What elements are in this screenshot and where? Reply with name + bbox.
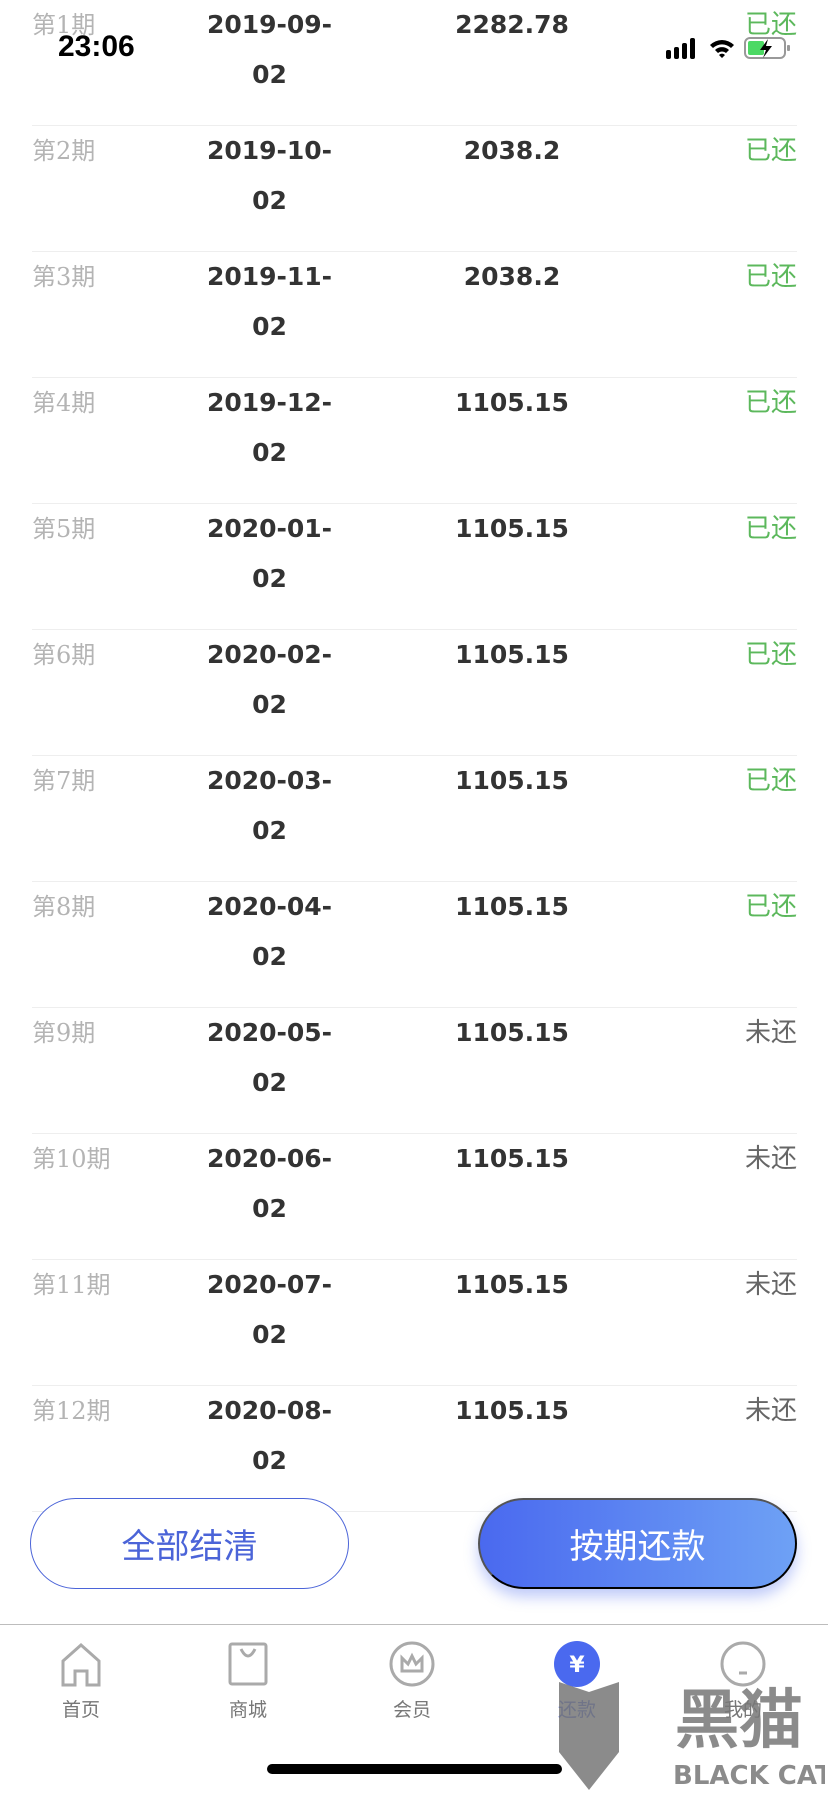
installment-row: 第7期 2020-03-02 1105.15 已还 [32, 756, 797, 882]
period-label: 第3期 [32, 263, 96, 291]
due-date: 2019-11-02 [206, 262, 333, 341]
shopping-bag-icon [228, 1642, 268, 1686]
pay-installment-button[interactable]: 按期还款 [478, 1498, 797, 1589]
home-icon [61, 1642, 101, 1687]
wifi-icon [710, 40, 734, 58]
installment-row: 第9期 2020-05-02 1105.15 未还 [32, 1008, 797, 1134]
amount: 1105.15 [455, 514, 569, 543]
due-date: 2020-05-02 [206, 1018, 333, 1097]
status-bar: 23:06 [0, 0, 828, 70]
period-label: 第4期 [32, 389, 96, 417]
home-indicator[interactable] [267, 1764, 562, 1774]
amount: 1105.15 [455, 766, 569, 795]
due-date: 2019-12-02 [206, 388, 333, 467]
installment-row: 第6期 2020-02-02 1105.15 已还 [32, 630, 797, 756]
period-label: 第7期 [32, 767, 96, 795]
status-badge: 已还 [744, 892, 797, 922]
due-date: 2020-01-02 [206, 514, 333, 593]
status-badge: 未还 [744, 1144, 797, 1174]
status-badge: 已还 [744, 640, 797, 670]
amount: 1105.15 [455, 1270, 569, 1299]
due-date: 2020-03-02 [206, 766, 333, 845]
crown-icon [389, 1641, 435, 1687]
status-badge: 已还 [744, 514, 797, 544]
period-label: 第6期 [32, 641, 96, 669]
svg-text:黑猫: 黑猫 [675, 1684, 803, 1758]
due-date: 2020-08-02 [206, 1396, 333, 1475]
installment-row: 第8期 2020-04-02 1105.15 已还 [32, 882, 797, 1008]
period-label: 第8期 [32, 893, 96, 921]
tab-mall[interactable]: 商城 [198, 1641, 298, 1722]
amount: 2038.2 [463, 136, 561, 165]
tab-home[interactable]: 首页 [31, 1641, 131, 1722]
period-label: 第10期 [32, 1145, 111, 1173]
amount: 1105.15 [455, 1018, 569, 1047]
tab-member[interactable]: 会员 [362, 1641, 462, 1722]
period-label: 第5期 [32, 515, 96, 543]
tab-label: 首页 [61, 1699, 100, 1721]
installment-row: 第12期 2020-08-02 1105.15 未还 [32, 1386, 797, 1512]
status-badge: 已还 [744, 388, 797, 418]
installment-row: 第11期 2020-07-02 1105.15 未还 [32, 1260, 797, 1386]
status-badge: 已还 [744, 766, 797, 796]
due-date: 2020-04-02 [206, 892, 333, 971]
period-label: 第11期 [32, 1271, 111, 1299]
amount: 1105.15 [455, 640, 569, 669]
status-badge: 已还 [744, 136, 797, 166]
tab-label: 商城 [228, 1699, 267, 1721]
installment-row: 第3期 2019-11-02 2038.2 已还 [32, 252, 797, 378]
black-cat-watermark: 黑猫 BLACK CAT [555, 1672, 828, 1796]
signal-icon [666, 38, 695, 59]
installment-row: 第10期 2020-06-02 1105.15 未还 [32, 1134, 797, 1260]
period-label: 第2期 [32, 137, 96, 165]
tab-label: 会员 [392, 1699, 431, 1721]
due-date: 2020-06-02 [206, 1144, 333, 1223]
due-date: 2020-02-02 [206, 640, 333, 719]
amount: 1105.15 [455, 388, 569, 417]
period-label: 第9期 [32, 1019, 96, 1047]
installment-row: 第2期 2019-10-02 2038.2 已还 [32, 126, 797, 252]
installment-row: 第4期 2019-12-02 1105.15 已还 [32, 378, 797, 504]
settle-all-button[interactable]: 全部结清 [30, 1498, 349, 1589]
amount: 1105.15 [455, 1396, 569, 1425]
status-badge: 未还 [744, 1396, 797, 1426]
battery-charging-icon [744, 37, 790, 59]
amount: 1105.15 [455, 1144, 569, 1173]
amount: 1105.15 [455, 892, 569, 921]
installment-row: 第5期 2020-01-02 1105.15 已还 [32, 504, 797, 630]
status-time: 23:06 [58, 30, 135, 63]
status-badge: 未还 [744, 1018, 797, 1048]
due-date: 2020-07-02 [206, 1270, 333, 1349]
status-badge: 已还 [744, 262, 797, 292]
period-label: 第12期 [32, 1397, 111, 1425]
svg-text:BLACK CAT: BLACK CAT [673, 1761, 825, 1791]
due-date: 2019-10-02 [206, 136, 333, 215]
amount: 2038.2 [463, 262, 561, 291]
status-badge: 未还 [744, 1270, 797, 1300]
